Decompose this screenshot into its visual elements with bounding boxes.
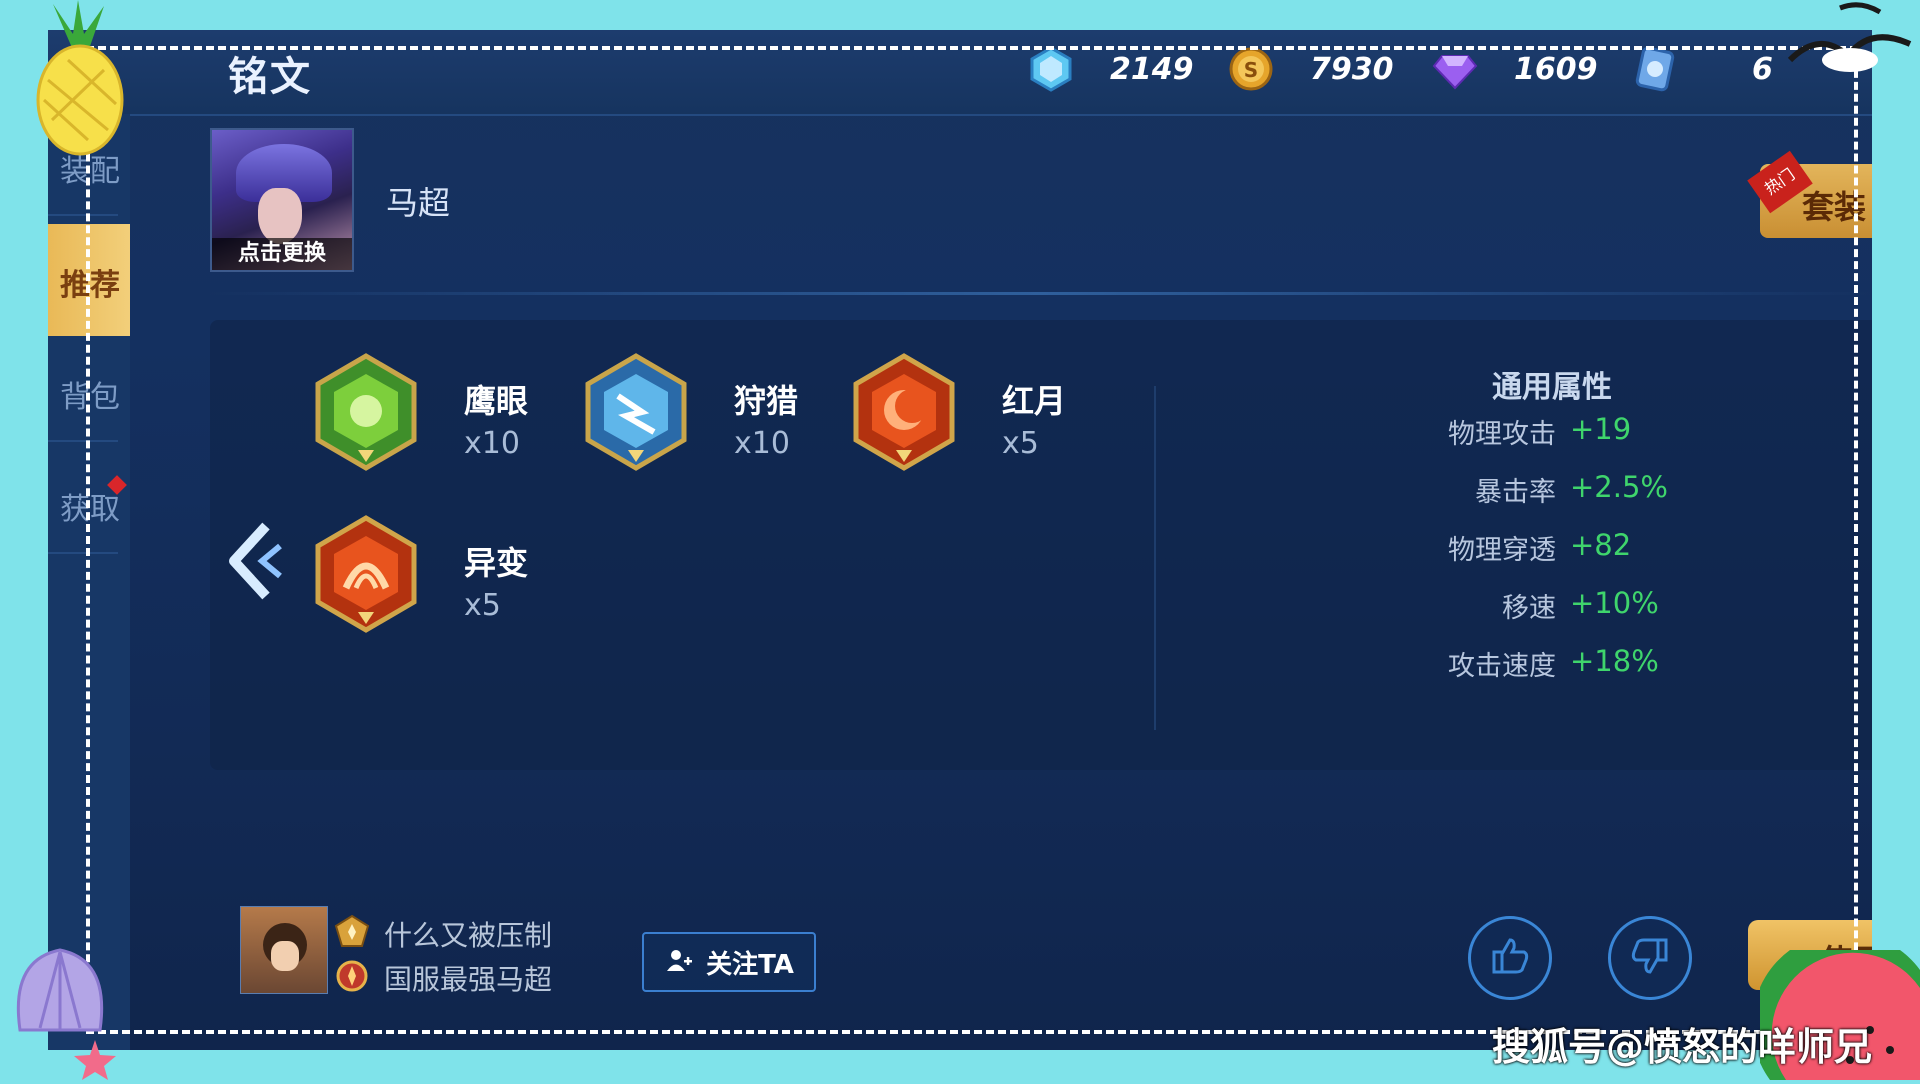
panel-divider — [1154, 386, 1156, 730]
stat-value: +10% — [1570, 586, 1659, 620]
stats-title: 通用属性 — [1492, 370, 1612, 405]
hero-name: 马超 — [386, 184, 451, 222]
seagull-icon — [1770, 0, 1920, 114]
follow-button[interactable]: 关注TA — [642, 932, 816, 992]
rune-red-moon[interactable] — [844, 352, 964, 472]
gold-count: 7930 — [1310, 51, 1394, 87]
follow-label: 关注TA — [706, 949, 794, 980]
sidebar-item-label: 推荐 — [60, 268, 120, 303]
stat-row: 移速 +10% — [1288, 586, 1688, 630]
sidebar: 装配 推荐 背包 获取 — [48, 114, 130, 1050]
stat-label: 移速 — [1502, 593, 1556, 624]
stat-value: +18% — [1570, 644, 1659, 678]
avatar-face — [271, 941, 299, 971]
pineapple-icon — [18, 0, 128, 164]
divider — [48, 440, 118, 442]
thumbs-up-icon — [1488, 934, 1532, 982]
divider — [48, 552, 118, 554]
currency-crystal[interactable]: 2149 — [1028, 44, 1194, 94]
sidebar-item-bag[interactable]: 背包 — [48, 340, 130, 440]
change-hero-label: 点击更换 — [212, 238, 352, 270]
rune-name: 红月 — [1002, 382, 1067, 420]
page-title: 铭文 — [228, 54, 312, 100]
crystal-count: 2149 — [1110, 51, 1194, 87]
rune-name: 异变 — [464, 544, 529, 582]
rune-eagle-eye[interactable] — [306, 352, 426, 472]
red-rune-icon — [853, 353, 955, 471]
currency-diamond[interactable]: 1609 — [1432, 44, 1598, 94]
author-name: 什么又被压制 — [384, 919, 553, 952]
green-rune-icon — [315, 353, 417, 471]
hot-set-label: 套装 — [1802, 188, 1867, 226]
stat-label: 攻击速度 — [1448, 651, 1556, 682]
stat-label: 物理穿透 — [1448, 535, 1556, 566]
watermark: 搜狐号@愤怒的咩师兄 — [1492, 1025, 1873, 1069]
currency-coupon[interactable]: 6 — [1632, 44, 1773, 94]
seashell-icon — [0, 930, 140, 1084]
svg-text:S: S — [1244, 58, 1258, 82]
stat-row: 攻击速度 +18% — [1288, 644, 1688, 688]
rune-name: 鹰眼 — [464, 382, 529, 420]
sidebar-item-label: 获取 — [60, 492, 120, 527]
add-user-icon — [664, 946, 693, 978]
divider — [48, 214, 118, 216]
diamond-count: 1609 — [1514, 51, 1598, 87]
stat-row: 暴击率 +2.5% — [1288, 470, 1688, 514]
stat-row: 物理攻击 +19 — [1288, 412, 1688, 456]
stat-value: +19 — [1570, 412, 1632, 446]
hero-portrait[interactable]: 点击更换 — [210, 128, 354, 272]
like-button[interactable] — [1468, 916, 1552, 1000]
blue-rune-icon — [585, 353, 687, 471]
stat-label: 物理攻击 — [1448, 419, 1556, 450]
sidebar-item-obtain[interactable]: 获取 — [48, 452, 130, 552]
stat-value: +2.5% — [1570, 470, 1668, 504]
gold-coin-icon: S — [1228, 46, 1274, 92]
divider — [208, 292, 1872, 295]
hot-set-tab[interactable]: 热门 套装 — [1747, 150, 1872, 238]
stat-value: +82 — [1570, 528, 1632, 562]
sidebar-item-label: 背包 — [60, 380, 120, 415]
blue-crystal-icon — [1028, 46, 1074, 92]
thumbs-down-icon — [1628, 934, 1672, 982]
rune-count: x10 — [464, 426, 520, 461]
author-avatar[interactable] — [240, 906, 328, 994]
rune-count: x10 — [734, 426, 790, 461]
sidebar-item-recommend[interactable]: 推荐 — [48, 224, 130, 336]
rune-name: 狩猎 — [734, 382, 799, 420]
dislike-button[interactable] — [1608, 916, 1692, 1000]
title-badge-icon — [334, 958, 370, 994]
rune-count: x5 — [464, 588, 501, 623]
currency-gold[interactable]: S 7930 — [1228, 44, 1394, 94]
rune-mutation[interactable] — [306, 514, 426, 634]
blue-coupon-icon — [1632, 46, 1678, 92]
rank-badge-icon — [334, 914, 370, 950]
red-rune-icon — [315, 515, 417, 633]
rune-hunt[interactable] — [576, 352, 696, 472]
game-screen: 铭文 2149 S 7930 1609 6 装配 推荐 背包 获取 点击更换 马… — [48, 30, 1872, 1050]
top-bar: 铭文 2149 S 7930 1609 6 — [48, 30, 1872, 116]
stat-row: 物理穿透 +82 — [1288, 528, 1688, 572]
purple-diamond-icon — [1432, 46, 1478, 92]
author-title: 国服最强马超 — [384, 963, 553, 996]
stat-label: 暴击率 — [1475, 477, 1556, 508]
rune-count: x5 — [1002, 426, 1039, 461]
hero-face — [258, 188, 302, 244]
prev-arrow-icon[interactable] — [220, 516, 290, 606]
